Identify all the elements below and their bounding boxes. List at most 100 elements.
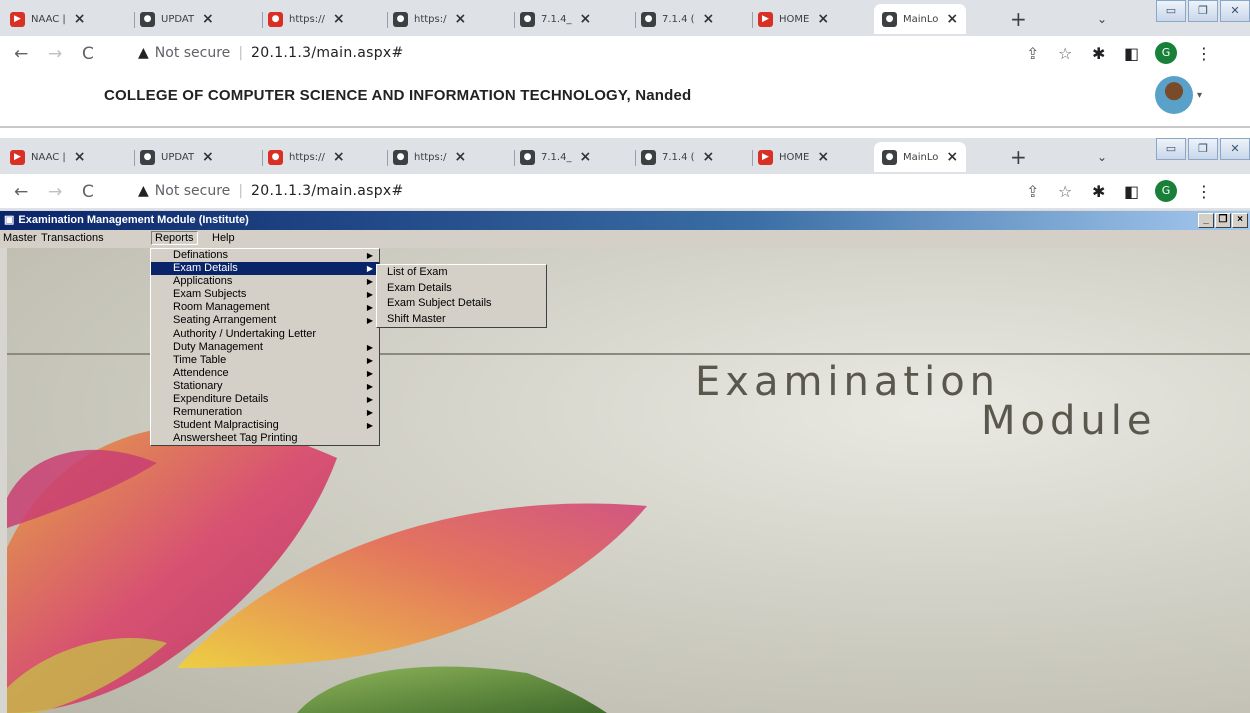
tab-search-chevron-icon[interactable]: ⌄ [1097, 6, 1107, 32]
tab-close-icon[interactable]: × [946, 11, 958, 27]
reports-menu-item[interactable]: Student Malpractising ▶ [151, 419, 379, 432]
menu-transactions[interactable]: Transactions [41, 232, 104, 244]
reload-icon[interactable]: C [82, 182, 94, 202]
exam-details-submenu-item[interactable]: Shift Master [377, 312, 546, 328]
reports-menu-item[interactable]: Remuneration ▶ [151, 406, 379, 419]
warning-icon: ▲ [138, 183, 149, 199]
tab-close-icon[interactable]: × [202, 11, 214, 27]
reports-menu-item[interactable]: Duty Management ▶ [151, 341, 379, 354]
browser-tab[interactable]: ● MainLo × [874, 142, 967, 172]
omnibox[interactable]: ▲ Not secure | 20.1.1.3/main.aspx# [138, 178, 998, 204]
chevron-down-icon[interactable]: ▾ [1197, 90, 1202, 101]
star-icon[interactable]: ☆ [1058, 182, 1072, 201]
exam-details-submenu-item[interactable]: Exam Details [377, 281, 546, 297]
browser-tab[interactable]: ▶ HOME × [758, 144, 829, 170]
browser-tab[interactable]: ● https:/ × [393, 6, 466, 32]
browser-tab[interactable]: ● UPDAT × [140, 144, 214, 170]
reports-menu-item[interactable]: Applications ▶ [151, 275, 379, 288]
reports-menu-item[interactable]: Seating Arrangement ▶ [151, 314, 379, 327]
profile-avatar[interactable]: G [1155, 42, 1177, 64]
new-tab-button[interactable]: + [1010, 144, 1027, 170]
reload-icon[interactable]: C [82, 44, 94, 64]
globe-icon: ● [641, 149, 656, 165]
browser-tab[interactable]: ● https:// × [268, 144, 345, 170]
restore-icon[interactable]: ❐ [1215, 213, 1231, 228]
browser-tab[interactable]: ● UPDAT × [140, 6, 214, 32]
close-icon[interactable]: ✕ [1220, 0, 1250, 22]
tab-close-icon[interactable]: × [74, 11, 86, 27]
tab-label: 7.1.4_ [541, 13, 572, 25]
minimize-icon[interactable]: ▭ [1156, 0, 1186, 22]
tab-close-icon[interactable]: × [202, 149, 214, 165]
browser-tab[interactable]: ● 7.1.4_ × [520, 144, 591, 170]
reports-menu-item[interactable]: Time Table ▶ [151, 354, 379, 367]
restore-icon[interactable]: ❐ [1188, 0, 1218, 22]
browser-tab[interactable]: ● https:// × [268, 6, 345, 32]
forward-arrow-icon[interactable]: → [48, 182, 62, 202]
reports-menu-item[interactable]: Exam Details ▶ [151, 262, 379, 276]
browser-tab[interactable]: ● 7.1.4_ × [520, 6, 591, 32]
tab-label: https:/ [414, 151, 447, 163]
new-tab-button[interactable]: + [1010, 6, 1027, 32]
browser-tab[interactable]: ● https:/ × [393, 144, 466, 170]
tab-search-chevron-icon[interactable]: ⌄ [1097, 144, 1107, 170]
submenu-arrow-icon: ▶ [366, 342, 373, 352]
tab-close-icon[interactable]: × [454, 11, 466, 27]
omnibox[interactable]: ▲ Not secure | 20.1.1.3/main.aspx# [138, 40, 998, 66]
reports-menu-item[interactable]: Stationary ▶ [151, 380, 379, 393]
extensions-icon[interactable]: ✱ [1092, 44, 1105, 63]
not-secure-label: Not secure [154, 183, 231, 199]
tab-close-icon[interactable]: × [817, 11, 829, 27]
menu-reports[interactable]: Reports [151, 231, 198, 245]
browser-tab[interactable]: ▶ NAAC | × [10, 144, 86, 170]
reports-menu-item[interactable]: Answersheet Tag Printing [151, 432, 379, 445]
forward-arrow-icon[interactable]: → [48, 44, 62, 64]
profile-avatar[interactable]: G [1155, 180, 1177, 202]
tab-close-icon[interactable]: × [579, 11, 591, 27]
reports-menu-item[interactable]: Exam Subjects ▶ [151, 288, 379, 301]
tab-close-icon[interactable]: × [454, 149, 466, 165]
kebab-menu-icon[interactable]: ⋮ [1196, 182, 1212, 201]
tab-close-icon[interactable]: × [333, 149, 345, 165]
reports-menu-item[interactable]: Attendence ▶ [151, 367, 379, 380]
minimize-icon[interactable]: ▭ [1156, 138, 1186, 160]
exam-details-submenu-item[interactable]: List of Exam [377, 265, 546, 281]
tab-close-icon[interactable]: × [74, 149, 86, 165]
close-icon[interactable]: ✕ [1220, 138, 1250, 160]
minimize-icon[interactable]: _ [1198, 213, 1214, 228]
menu-help[interactable]: Help [212, 232, 235, 244]
extensions-icon[interactable]: ✱ [1092, 182, 1105, 201]
kebab-menu-icon[interactable]: ⋮ [1196, 44, 1212, 63]
star-icon[interactable]: ☆ [1058, 44, 1072, 63]
restore-icon[interactable]: ❐ [1188, 138, 1218, 160]
tab-close-icon[interactable]: × [703, 11, 715, 27]
submenu-arrow-icon: ▶ [366, 355, 373, 365]
share-icon[interactable]: ⇪ [1026, 44, 1039, 63]
browser-tab[interactable]: ● 7.1.4 (× [641, 144, 714, 170]
browser-tab[interactable]: ▶ HOME × [758, 6, 829, 32]
exam-details-submenu-item[interactable]: Exam Subject Details [377, 296, 546, 312]
reports-menu-item[interactable]: Authority / Undertaking Letter [151, 328, 379, 341]
sidepanel-icon[interactable]: ◧ [1124, 182, 1139, 201]
user-photo[interactable] [1155, 76, 1193, 114]
browser-tab[interactable]: ● MainLo × [874, 4, 967, 34]
back-arrow-icon[interactable]: ← [14, 44, 28, 64]
menu-item-label: Exam Details [173, 262, 238, 275]
back-arrow-icon[interactable]: ← [14, 182, 28, 202]
reports-menu-item[interactable]: Definations ▶ [151, 249, 379, 262]
submenu-arrow-icon: ▶ [366, 264, 373, 274]
browser-tab[interactable]: ● 7.1.4 (× [641, 6, 714, 32]
tab-close-icon[interactable]: × [579, 149, 591, 165]
tab-label: UPDAT [161, 151, 195, 163]
tab-close-icon[interactable]: × [817, 149, 829, 165]
share-icon[interactable]: ⇪ [1026, 182, 1039, 201]
reports-menu-item[interactable]: Room Management ▶ [151, 301, 379, 314]
menu-master[interactable]: Master [3, 232, 37, 244]
tab-close-icon[interactable]: × [333, 11, 345, 27]
tab-close-icon[interactable]: × [703, 149, 715, 165]
tab-close-icon[interactable]: × [946, 149, 958, 165]
close-icon[interactable]: × [1232, 213, 1248, 228]
browser-tab[interactable]: ▶ NAAC | × [10, 6, 86, 32]
sidepanel-icon[interactable]: ◧ [1124, 44, 1139, 63]
reports-menu-item[interactable]: Expenditure Details ▶ [151, 393, 379, 406]
